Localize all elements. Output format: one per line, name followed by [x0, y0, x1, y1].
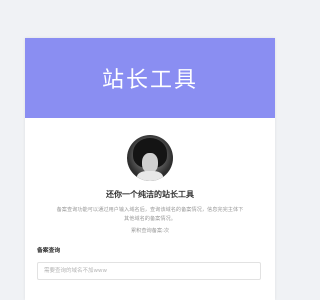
avatar-face	[142, 153, 158, 173]
main-card: 站长工具 还你一个纯洁的站长工具 备案查询功能可以通过用户输入域名后，查询该域名…	[25, 38, 275, 300]
query-count-text: 累积查询备案:次	[130, 228, 170, 234]
tagline: 还你一个纯洁的站长工具	[106, 190, 194, 199]
header-banner: 站长工具	[25, 38, 275, 118]
page: 站长工具 还你一个纯洁的站长工具 备案查询功能可以通过用户输入域名后，查询该域名…	[0, 0, 300, 300]
avatar-container	[25, 135, 275, 181]
avatar-shirt	[137, 171, 163, 181]
search-section-label: 备案查询	[37, 248, 61, 254]
description-text: 备案查询功能可以通过用户输入域名后，查询该域名的备案情况，信息完完主体下其他域名…	[56, 207, 244, 222]
page-title: 站长工具	[101, 68, 198, 93]
domain-search-input[interactable]	[37, 262, 261, 280]
avatar-photo-icon	[127, 135, 173, 181]
